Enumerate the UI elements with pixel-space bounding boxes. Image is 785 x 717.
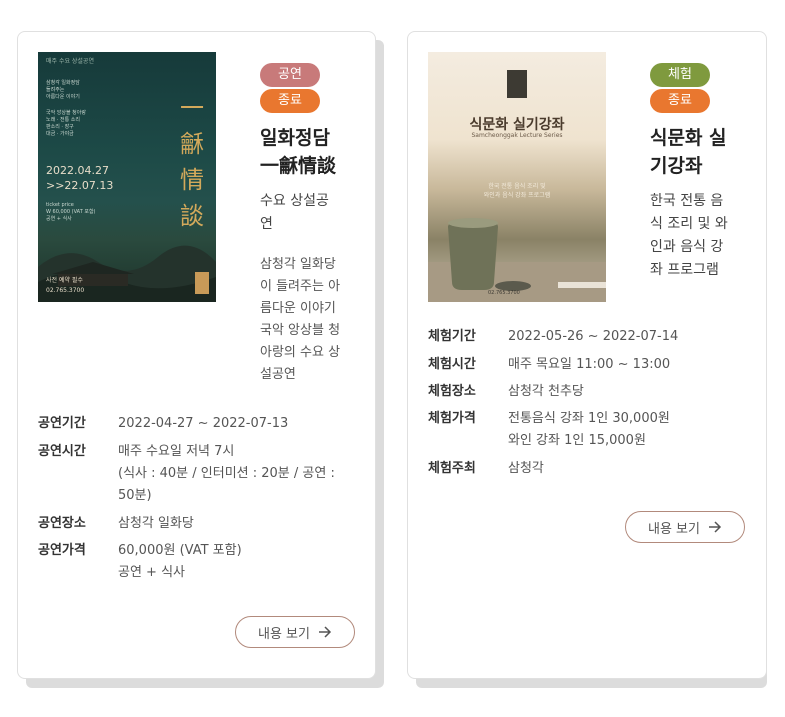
info-label: 체험장소 bbox=[428, 384, 476, 399]
card-desc-line: 이 들려주는 아 bbox=[260, 279, 341, 294]
card-desc-line: 아랑의 수요 상 bbox=[260, 345, 341, 360]
card-desc-line: 국악 앙상블 청 bbox=[260, 323, 341, 338]
poster-date-start: 2022.04.27 bbox=[46, 164, 109, 177]
poster-phone-label: 사전 예약 필수 bbox=[46, 277, 83, 284]
poster-small-text: ticket price W 60,000 (VAT 포함) 공연 + 식사 bbox=[46, 202, 96, 222]
poster-small-text: 삼청각 일화정담 들려주는 아름다운 이야기 bbox=[46, 80, 80, 100]
info-row-period: 공연기간 2022-04-27 ~ 2022-07-13 bbox=[38, 413, 288, 435]
info-row-time: 공연시간 매주 수요일 저녁 7시 (식사 : 40분 / 인터미션 : 20분… bbox=[38, 441, 335, 507]
status-badge: 종료 bbox=[260, 89, 320, 113]
info-value: (식사 : 40분 / 인터미션 : 20분 / 공연 : bbox=[118, 466, 335, 481]
category-badge: 공연 bbox=[260, 63, 320, 87]
view-details-label: 내용 보기 bbox=[258, 626, 310, 642]
view-details-button[interactable]: 내용 보기 bbox=[235, 616, 355, 648]
info-value: 60,000원 (VAT 포함) bbox=[118, 543, 242, 558]
info-value: 2022-04-27 ~ 2022-07-13 bbox=[118, 416, 289, 431]
card-subtitle-line: 식 조리 및 와 bbox=[650, 216, 728, 232]
poster-title: 식문화 실기강좌 bbox=[469, 117, 565, 133]
poster-desc: 한국 전통 음식 조리 및 와인과 음식 강좌 프로그램 bbox=[483, 183, 551, 199]
info-row-period: 체험기간 2022-05-26 ~ 2022-07-14 bbox=[428, 326, 678, 348]
info-row-price: 공연가격 60,000원 (VAT 포함) 공연 + 식사 bbox=[38, 540, 242, 584]
card-subtitle-line: 좌 프로그램 bbox=[650, 262, 719, 278]
info-value: 매주 수요일 저녁 7시 bbox=[118, 444, 235, 459]
info-row-place: 공연장소 삼청각 일화당 bbox=[38, 513, 194, 535]
info-row-time: 체험시간 매주 목요일 11:00 ~ 13:00 bbox=[428, 354, 670, 376]
poster-date-end: >>22.07.13 bbox=[46, 179, 114, 192]
poster-image[interactable]: 매주 수요 상설공연 삼청각 일화정담 들려주는 아름다운 이야기 국악 앙상블 청… bbox=[38, 52, 216, 302]
card-title-line1: 일화정담 bbox=[260, 127, 330, 149]
info-label: 공연장소 bbox=[38, 516, 86, 531]
poster-image[interactable]: 식문화 실기강좌 Samcheonggak Lecture Series 한국 … bbox=[428, 52, 606, 302]
card-desc-line: 설공연 bbox=[260, 367, 296, 382]
category-badge: 체험 bbox=[650, 63, 710, 87]
card-desc-line: 름다운 이야기 bbox=[260, 301, 336, 316]
info-row-place: 체험장소 삼청각 천추당 bbox=[428, 381, 584, 403]
card-subtitle-line1: 수요 상설공 bbox=[260, 193, 329, 209]
card-title-line2: 기강좌 bbox=[650, 155, 703, 177]
arrow-right-icon bbox=[318, 626, 332, 638]
card-subtitle-line2: 연 bbox=[260, 216, 273, 232]
info-label: 공연시간 bbox=[38, 444, 86, 459]
info-value: 2022-05-26 ~ 2022-07-14 bbox=[508, 329, 679, 344]
card-title-line2: 一龢情談 bbox=[260, 155, 337, 177]
poster-top-text: 매주 수요 상설공연 bbox=[46, 58, 94, 65]
status-badge: 종료 bbox=[650, 89, 710, 113]
info-label: 체험가격 bbox=[428, 411, 476, 426]
info-value: 삼청각 일화당 bbox=[118, 516, 194, 531]
info-label: 체험기간 bbox=[428, 329, 476, 344]
poster-phone: 02.765.3700 bbox=[488, 290, 520, 296]
info-label: 공연기간 bbox=[38, 416, 86, 431]
info-value: 전통음식 강좌 1인 30,000원 bbox=[508, 411, 670, 426]
view-details-button[interactable]: 내용 보기 bbox=[625, 511, 745, 543]
info-value: 삼청각 bbox=[508, 461, 544, 476]
info-row-price: 체험가격 전통음식 강좌 1인 30,000원 와인 강좌 1인 15,000원 bbox=[428, 408, 670, 452]
teacup-illustration bbox=[428, 218, 606, 302]
poster-hanzi: 一龢情談 bbox=[180, 94, 204, 230]
card-title-line1: 식문화 실 bbox=[650, 127, 727, 149]
info-label: 체험주최 bbox=[428, 461, 476, 476]
program-card-2: 식문화 실기강좌 Samcheonggak Lecture Series 한국 … bbox=[407, 31, 767, 679]
poster-subtitle: Samcheonggak Lecture Series bbox=[471, 132, 563, 139]
info-value: 삼청각 천추당 bbox=[508, 384, 584, 399]
arrow-right-icon bbox=[708, 521, 722, 533]
poster-small-text: 국악 앙상블 청아랑 노래 · 전통 소리 판소리 · 장구 대금 · 가야금 bbox=[46, 110, 86, 137]
view-details-label: 내용 보기 bbox=[648, 521, 700, 537]
info-row-host: 체험주최 삼청각 bbox=[428, 458, 544, 480]
info-value: 50분) bbox=[118, 488, 152, 503]
info-value: 공연 + 식사 bbox=[118, 565, 185, 580]
program-card-1: 매주 수요 상설공연 삼청각 일화정담 들려주는 아름다운 이야기 국악 앙상블 청… bbox=[17, 31, 376, 679]
info-value: 매주 목요일 11:00 ~ 13:00 bbox=[508, 357, 671, 372]
card-desc-line: 삼청각 일화당 bbox=[260, 257, 336, 272]
info-value: 와인 강좌 1인 15,000원 bbox=[508, 433, 646, 448]
poster-phone: 02.765.3700 bbox=[46, 287, 85, 294]
card-subtitle-line: 인과 음식 강 bbox=[650, 239, 724, 255]
card-subtitle-line: 한국 전통 음 bbox=[650, 193, 724, 209]
info-label: 체험시간 bbox=[428, 357, 476, 372]
logo-icon bbox=[195, 272, 209, 294]
logo-icon bbox=[507, 70, 527, 98]
info-label: 공연가격 bbox=[38, 543, 86, 558]
